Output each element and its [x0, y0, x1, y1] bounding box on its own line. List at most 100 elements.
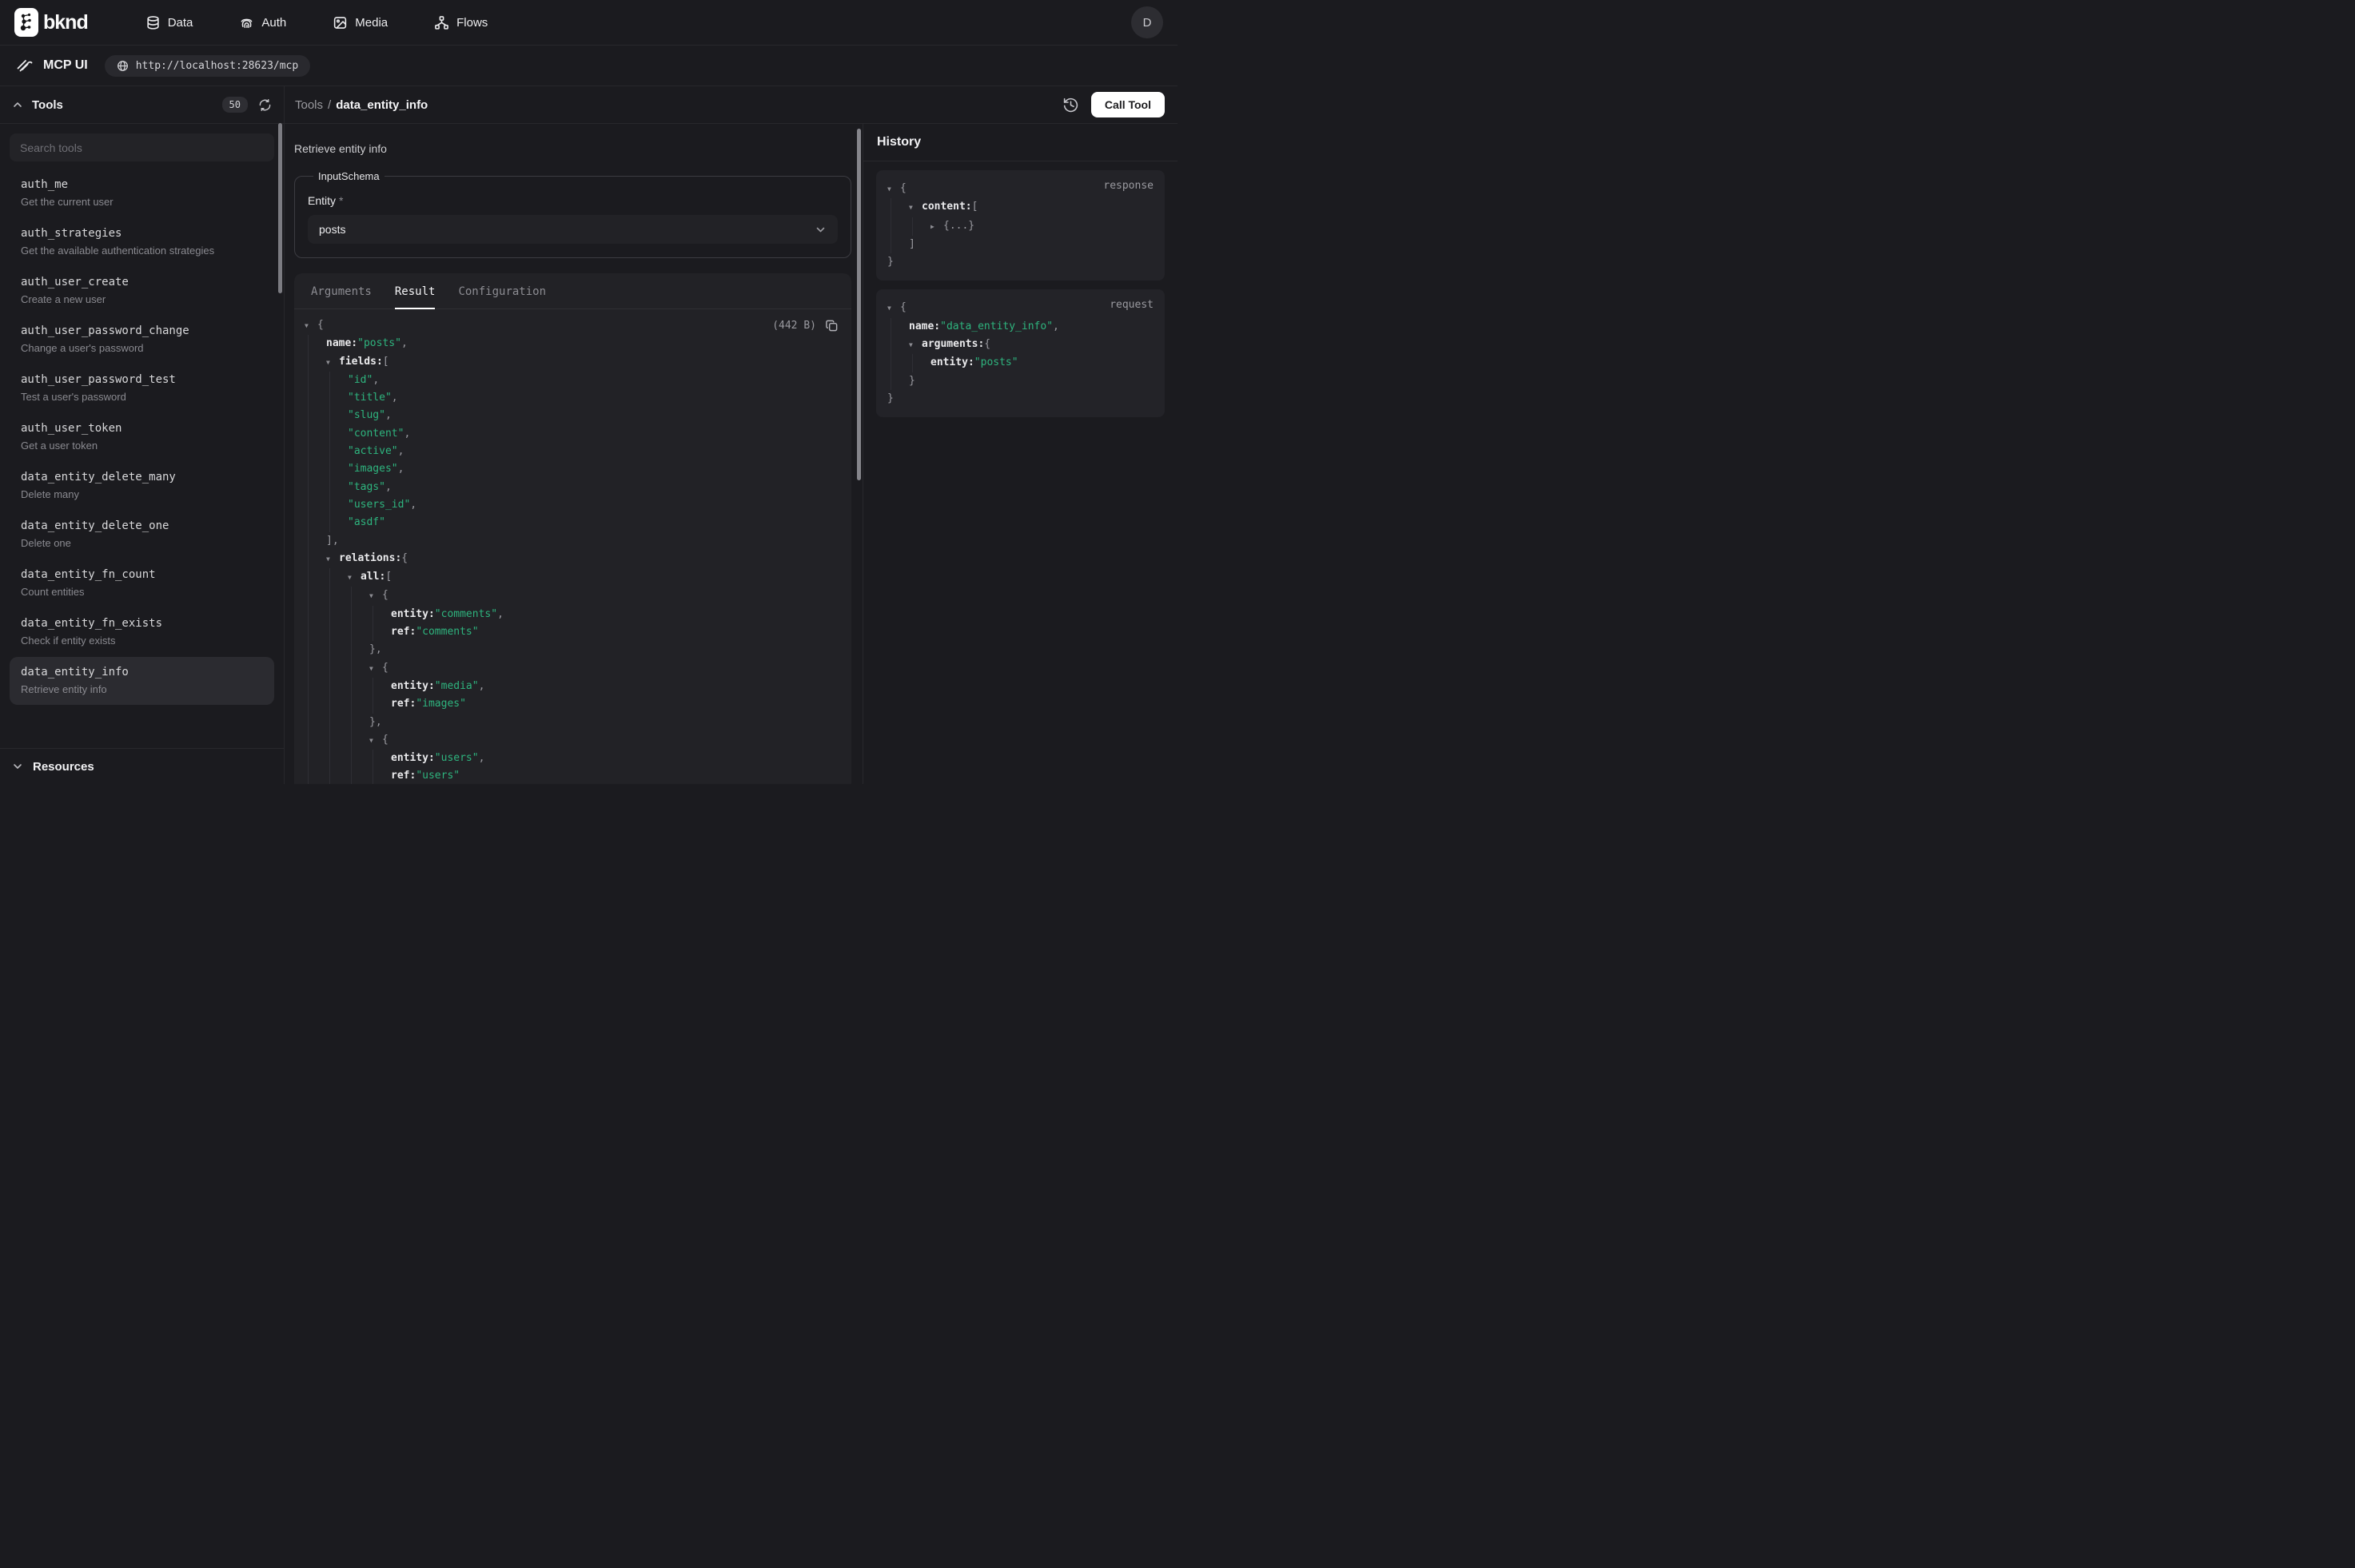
tool-name: data_entity_delete_many — [21, 471, 263, 484]
expand-toggle-icon[interactable]: ▶ — [930, 217, 943, 236]
database-icon — [145, 15, 161, 30]
avatar-initial: D — [1143, 16, 1152, 30]
history-entry-tag: response — [1103, 180, 1154, 192]
tool-name: auth_strategies — [21, 227, 263, 240]
json-row: entity: "media", — [305, 678, 839, 695]
chevron-up-icon — [12, 99, 23, 110]
result-card: Arguments Result Configuration (442 B) — [294, 273, 851, 784]
tool-list-item-data_entity_delete_many[interactable]: data_entity_delete_many Delete many — [10, 462, 274, 510]
tab-configuration[interactable]: Configuration — [458, 273, 546, 309]
json-row: ▼{ — [305, 731, 839, 750]
tool-description: Delete one — [21, 537, 263, 549]
required-mark: * — [339, 194, 343, 207]
tool-name: auth_user_password_change — [21, 324, 263, 337]
json-row: ▼all: [ — [305, 568, 839, 587]
collapse-toggle-icon[interactable]: ▼ — [305, 316, 317, 335]
nav-item-flows[interactable]: Flows — [434, 15, 488, 30]
history-icon-button[interactable] — [1062, 97, 1079, 113]
call-tool-button[interactable]: Call Tool — [1091, 92, 1165, 117]
json-row: ▶{...} — [887, 217, 1154, 236]
json-row: ] — [887, 236, 1154, 253]
tool-list-item-data_entity_delete_one[interactable]: data_entity_delete_one Delete one — [10, 511, 274, 559]
tool-list-item-data_entity_fn_exists[interactable]: data_entity_fn_existsCheck if entity exi… — [10, 608, 274, 656]
collapse-toggle-icon[interactable]: ▼ — [369, 731, 382, 750]
nav-item-auth[interactable]: Auth — [239, 15, 286, 30]
bknd-logo[interactable]: bknd — [14, 8, 88, 37]
tool-list-item-data_entity_info[interactable]: data_entity_infoRetrieve entity info — [10, 657, 274, 705]
collapse-toggle-icon[interactable]: ▼ — [326, 353, 339, 372]
resources-section-header[interactable]: Resources — [0, 748, 284, 784]
collapse-toggle-icon[interactable]: ▼ — [909, 198, 922, 217]
json-row: entity: "comments", — [305, 606, 839, 623]
json-row: ref: "users" — [305, 767, 839, 784]
nav-item-data[interactable]: Data — [145, 15, 193, 30]
tool-description: Change a user's password — [21, 342, 263, 354]
tool-name: auth_me — [21, 178, 263, 191]
json-row: ▼content: [ — [887, 198, 1154, 217]
collapse-toggle-icon[interactable]: ▼ — [887, 180, 900, 198]
tab-result[interactable]: Result — [395, 273, 436, 309]
collapse-toggle-icon[interactable]: ▼ — [369, 587, 382, 605]
json-row: ▼fields: [ — [305, 353, 839, 372]
history-title: History — [877, 135, 921, 149]
json-row: "content", — [305, 425, 839, 443]
tool-list-item-auth_user_password_change[interactable]: auth_user_password_change Change a user's… — [10, 316, 274, 364]
fingerprint-icon — [239, 15, 254, 30]
tab-arguments[interactable]: Arguments — [311, 273, 372, 309]
json-row: ref: "comments" — [305, 623, 839, 641]
collapse-toggle-icon[interactable]: ▼ — [887, 299, 900, 317]
history-entry-request[interactable]: request ▼{name: "data_entity_info",▼argu… — [876, 289, 1165, 417]
tools-sidebar: Tools 50 auth_meGet the current userauth… — [0, 86, 285, 784]
tool-list-item-auth_me[interactable]: auth_me Get the current user — [10, 169, 274, 217]
search-input[interactable] — [10, 133, 274, 161]
entity-select-value: posts — [319, 223, 345, 236]
history-response-rows: ▼{▼content: [▶{...}]} — [887, 180, 1154, 271]
nav-item-media[interactable]: Media — [333, 15, 388, 30]
tool-description: Check if entity exists — [21, 635, 263, 647]
tool-description: Retrieve entity info — [294, 142, 851, 155]
json-row: } — [887, 390, 1154, 408]
entity-select[interactable]: posts — [308, 215, 838, 244]
tool-list-item-auth_strategies[interactable]: auth_strategies Get the available authent… — [10, 218, 274, 266]
history-request-rows: ▼{name: "data_entity_info",▼arguments: {… — [887, 299, 1154, 408]
tool-description: Get the current user — [21, 196, 263, 208]
json-row: ▼arguments: { — [887, 336, 1154, 354]
tool-description: Delete many — [21, 488, 263, 500]
collapse-toggle-icon[interactable]: ▼ — [348, 568, 361, 587]
tool-list-item-auth_user_token[interactable]: auth_user_token Get a user token — [10, 413, 274, 461]
refresh-tools-button[interactable] — [258, 98, 272, 112]
breadcrumb: Tools/data_entity_info — [295, 98, 428, 112]
collapse-toggle-icon[interactable]: ▼ — [369, 659, 382, 678]
main-scrollbar[interactable] — [857, 129, 861, 480]
tool-name: auth_user_token — [21, 422, 263, 435]
mcp-header: MCP UI http://localhost:28623/mcp — [0, 46, 1178, 86]
tools-section-title: Tools — [32, 98, 63, 112]
copy-icon[interactable] — [825, 319, 839, 332]
sidebar-scrollbar[interactable] — [278, 123, 282, 293]
json-row: ▼{ — [305, 316, 839, 335]
tool-description: Create a new user — [21, 293, 263, 305]
tool-list-item-auth_user_create[interactable]: auth_user_createCreate a new user — [10, 267, 274, 315]
json-row: "tags", — [305, 479, 839, 496]
collapse-toggle-icon[interactable]: ▼ — [326, 550, 339, 568]
collapse-toggle-icon[interactable]: ▼ — [909, 336, 922, 354]
image-icon — [333, 15, 348, 30]
tool-name: data_entity_delete_one — [21, 519, 263, 532]
tool-list-item-auth_user_password_test[interactable]: auth_user_password_testTest a user's pas… — [10, 364, 274, 412]
history-entry-tag: request — [1110, 299, 1154, 311]
json-row: ▼relations: { — [305, 550, 839, 568]
breadcrumb-bar: Tools/data_entity_info Call Tool — [285, 86, 1178, 124]
json-row: "slug", — [305, 407, 839, 424]
tool-description: Get a user token — [21, 440, 263, 452]
resources-section-title: Resources — [33, 760, 94, 774]
mcp-url-pill[interactable]: http://localhost:28623/mcp — [105, 55, 311, 77]
tool-list-item-data_entity_fn_count[interactable]: data_entity_fn_countCount entities — [10, 559, 274, 607]
tabs: Arguments Result Configuration — [294, 273, 851, 309]
breadcrumb-root[interactable]: Tools — [295, 98, 323, 112]
history-entry-response[interactable]: response ▼{▼content: [▶{...}]} — [876, 170, 1165, 281]
user-avatar[interactable]: D — [1131, 6, 1163, 38]
result-json-viewer: (442 B) ▼{name: "posts",▼fields: ["id","… — [294, 309, 851, 784]
tools-section-header[interactable]: Tools 50 — [0, 86, 284, 124]
result-json-rows[interactable]: ▼{name: "posts",▼fields: ["id","title","… — [305, 316, 839, 784]
tool-description: Get the available authentication strateg… — [21, 245, 263, 257]
